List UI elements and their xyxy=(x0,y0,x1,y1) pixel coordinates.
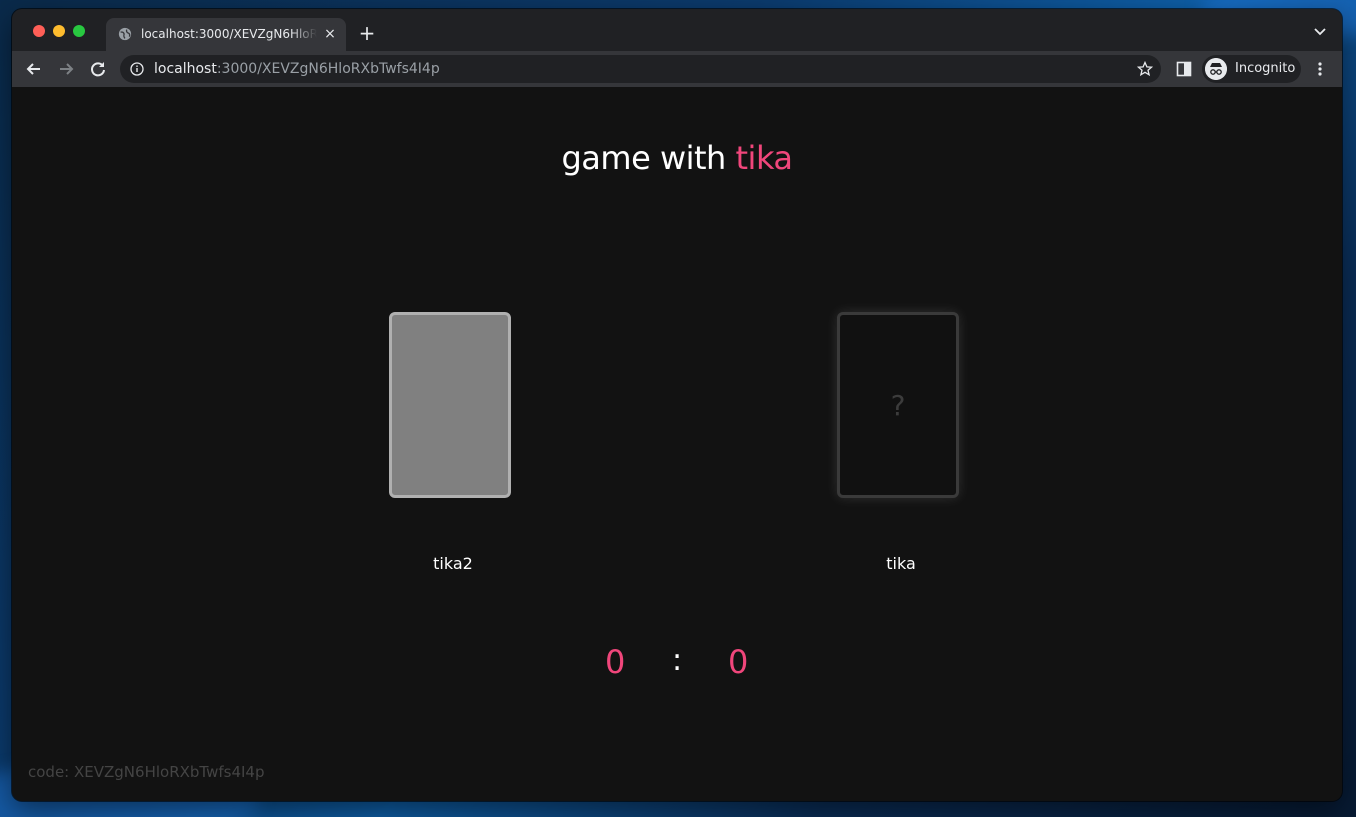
close-window-button[interactable] xyxy=(33,25,45,37)
player-name: tika2 xyxy=(433,554,473,573)
address-bar[interactable]: localhost:3000/XEVZgN6HloRXbTwfs4I4p xyxy=(120,55,1161,83)
game-code: code: XEVZgN6HloRXbTwfs4I4p xyxy=(28,763,265,781)
url-path: :3000/XEVZgN6HloRXbTwfs4I4p xyxy=(216,61,440,77)
browser-window: localhost:3000/XEVZgN6HloRXbTwfs4I4p × +… xyxy=(12,9,1342,801)
tab-strip: localhost:3000/XEVZgN6HloRXbTwfs4I4p × + xyxy=(12,9,1342,51)
incognito-profile-button[interactable]: Incognito xyxy=(1202,55,1301,83)
opponent-name: tika xyxy=(886,554,916,573)
game-page: game with tika ? tika2 tika 0 : 0 code: … xyxy=(12,87,1342,801)
url-host: localhost xyxy=(154,61,217,77)
star-icon[interactable] xyxy=(1137,61,1153,77)
back-arrow-icon[interactable] xyxy=(24,59,44,79)
close-tab-icon[interactable]: × xyxy=(322,26,338,42)
opponent-card: ? xyxy=(837,312,959,498)
tab-title: localhost:3000/XEVZgN6HloRXbTwfs4I4p xyxy=(141,27,317,41)
incognito-label: Incognito xyxy=(1235,61,1296,76)
opponent-name-title: tika xyxy=(735,139,794,177)
maximize-window-button[interactable] xyxy=(73,25,85,37)
tab-active[interactable]: localhost:3000/XEVZgN6HloRXbTwfs4I4p × xyxy=(106,18,346,51)
chevron-down-icon[interactable] xyxy=(1312,23,1328,39)
player-score: 0 xyxy=(605,643,626,681)
question-mark-icon: ? xyxy=(890,389,906,422)
forward-arrow-icon[interactable] xyxy=(56,59,76,79)
info-icon[interactable] xyxy=(130,62,144,76)
new-tab-button[interactable]: + xyxy=(356,22,378,44)
kebab-menu-icon[interactable] xyxy=(1312,61,1328,77)
reload-icon[interactable] xyxy=(88,59,108,79)
toolbar: localhost:3000/XEVZgN6HloRXbTwfs4I4p Inc… xyxy=(12,51,1342,87)
opponent-score: 0 xyxy=(728,643,749,681)
incognito-icon xyxy=(1205,58,1227,80)
score-separator: : xyxy=(672,643,683,678)
url-text[interactable]: localhost:3000/XEVZgN6HloRXbTwfs4I4p xyxy=(154,61,440,77)
globe-icon xyxy=(118,27,132,41)
side-panel-icon[interactable] xyxy=(1176,61,1192,77)
title-prefix: game with xyxy=(561,139,736,177)
minimize-window-button[interactable] xyxy=(53,25,65,37)
player-card[interactable] xyxy=(389,312,511,498)
page-title: game with tika xyxy=(12,139,1342,177)
